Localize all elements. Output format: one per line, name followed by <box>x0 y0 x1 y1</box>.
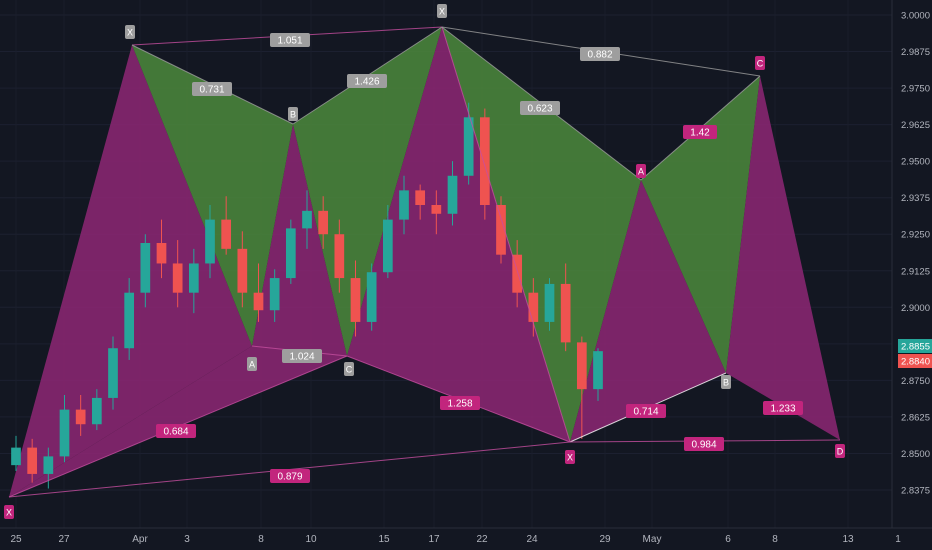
candle-body <box>43 456 54 474</box>
price-tick-label: 2.9500 <box>901 157 930 168</box>
candle-body <box>318 210 329 235</box>
candle-body <box>253 292 264 311</box>
candle-body <box>334 234 345 279</box>
point-label: X <box>439 7 445 17</box>
point-label: C <box>757 59 764 69</box>
time-tick-label: 10 <box>305 534 317 545</box>
price-tick-label: 2.9000 <box>901 303 930 314</box>
ratio-label: 0.714 <box>633 407 658 418</box>
candle-body <box>382 219 393 273</box>
point-label: X <box>127 28 133 38</box>
price-tick-label: 2.8375 <box>901 486 930 497</box>
time-tick-label: 29 <box>599 534 611 545</box>
time-tick-label: 6 <box>725 534 731 545</box>
price-tick-label: 2.9250 <box>901 230 930 241</box>
candle-body <box>366 272 377 322</box>
ratio-label: 1.426 <box>354 77 379 88</box>
candle-body <box>350 278 361 322</box>
candle-body <box>302 210 312 229</box>
candle-body <box>285 228 296 279</box>
candle-body <box>188 263 199 293</box>
candle-body <box>269 278 280 311</box>
ratio-label: 1.233 <box>770 404 795 415</box>
ratio-label: 0.882 <box>587 50 612 61</box>
point-label: C <box>346 365 353 375</box>
time-tick-label: May <box>643 534 662 545</box>
candle-body <box>544 283 555 322</box>
price-tick-label: 2.9625 <box>901 120 930 131</box>
ratio-label: 1.051 <box>277 36 302 47</box>
candle-body <box>576 342 587 390</box>
point-label: A <box>249 360 255 370</box>
time-tick-label: 22 <box>476 534 488 545</box>
candle-body <box>140 243 151 293</box>
point-label: X <box>6 508 12 518</box>
time-tick-label: 8 <box>258 534 264 545</box>
price-tick-label: 2.8625 <box>901 412 930 423</box>
time-tick-label: 13 <box>842 534 854 545</box>
candle-body <box>91 397 102 425</box>
current-price-label: 2.8855 <box>901 342 930 353</box>
candle-body <box>11 447 21 466</box>
ratio-label: 0.684 <box>163 427 188 438</box>
point-label: X <box>567 453 573 463</box>
point-label: B <box>290 110 296 120</box>
candle-body <box>172 263 183 293</box>
point-label: A <box>638 167 644 177</box>
harmonic-pattern-chart[interactable]: XXBA CXXACBD1.0510.7311.4260.8820.6231.42… <box>0 0 932 550</box>
current-price-label: 2.8840 <box>901 357 930 368</box>
time-tick-label: 3 <box>184 534 190 545</box>
candle-body <box>479 117 490 205</box>
candle-body <box>237 248 248 293</box>
candle-body <box>205 219 215 264</box>
ratio-label: 0.623 <box>527 104 552 115</box>
time-tick-label: 15 <box>378 534 390 545</box>
price-tick-label: 2.8500 <box>901 449 930 460</box>
price-tick-label: 2.9875 <box>901 47 930 58</box>
price-tick-label: 2.9125 <box>901 266 930 277</box>
time-tick-label: 24 <box>526 534 538 545</box>
time-tick-label: 25 <box>10 534 22 545</box>
candle-body <box>221 219 232 249</box>
candle-body <box>431 205 442 214</box>
ratio-label: 0.731 <box>199 85 224 96</box>
ratio-label: 1.024 <box>289 352 314 363</box>
ratio-label: 0.879 <box>277 472 302 483</box>
time-tick-label: 17 <box>428 534 440 545</box>
point-label: D <box>837 447 844 457</box>
candle-body <box>27 447 38 474</box>
price-tick-label: 3.0000 <box>901 11 930 22</box>
time-tick-label: 8 <box>772 534 778 545</box>
candle-body <box>59 409 70 457</box>
price-tick-label: 2.8750 <box>901 376 930 387</box>
time-tick-label: 1 <box>895 534 901 545</box>
candle-body <box>124 292 135 349</box>
candle-body <box>415 190 426 205</box>
candle-body <box>447 175 458 214</box>
candle-body <box>560 283 571 343</box>
candle-body <box>156 243 167 264</box>
time-tick-label: Apr <box>132 534 148 545</box>
time-tick-label: 27 <box>58 534 70 545</box>
candle-body <box>593 351 603 390</box>
price-tick-label: 2.9375 <box>901 193 930 204</box>
ratio-label: 1.258 <box>447 399 472 410</box>
candle-body <box>75 409 86 425</box>
ratio-label: 0.984 <box>691 440 716 451</box>
price-tick-label: 2.9750 <box>901 84 930 95</box>
price-axis[interactable]: 3.0000 2.9875 2.9750 2.9625 2.9500 2.9375 2.92… <box>891 0 932 550</box>
candle-body <box>528 292 539 322</box>
candle-body <box>108 348 118 398</box>
ratio-label: 1.42 <box>690 128 710 139</box>
candle-body <box>399 190 409 220</box>
point-label: B <box>723 378 729 388</box>
